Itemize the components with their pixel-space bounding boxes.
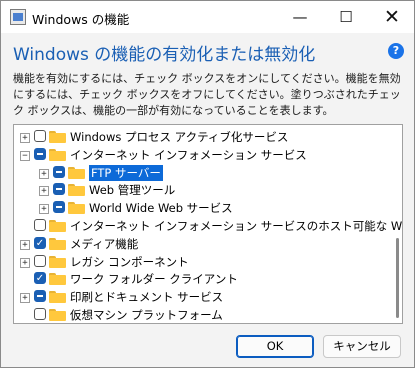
folder-icon: [49, 309, 66, 321]
windows-features-app-icon: [10, 9, 26, 25]
tree-item[interactable]: + Windows プロセス アクティブ化サービス: [14, 129, 386, 147]
folder-icon: [49, 148, 66, 161]
tree-item[interactable]: − インターネット インフォメーション サービス: [14, 147, 386, 165]
expand-toggle-icon[interactable]: +: [39, 204, 49, 215]
tree-item[interactable]: + World Wide Web サービス: [14, 200, 386, 218]
feature-checkbox[interactable]: [34, 219, 46, 231]
tree-item-label: ワーク フォルダー クライアント: [70, 272, 238, 287]
folder-icon: [49, 131, 66, 143]
title-bar[interactable]: Windows の機能 — ☐ ✕: [1, 1, 414, 33]
maximize-button[interactable]: ☐: [323, 1, 369, 33]
windows-features-dialog: Windows の機能 — ☐ ✕ Windows の機能の有効化または無効化 …: [0, 0, 415, 368]
feature-checkbox[interactable]: [34, 130, 46, 142]
tree-item-label: 仮想マシン プラットフォーム: [70, 308, 223, 322]
expand-toggle-icon[interactable]: +: [20, 239, 30, 250]
feature-checkbox[interactable]: [53, 201, 65, 214]
tree-item[interactable]: 仮想マシン プラットフォーム: [14, 307, 386, 323]
feature-checkbox[interactable]: [34, 308, 46, 320]
tree-item-label: 印刷とドキュメント サービス: [70, 290, 224, 305]
features-tree[interactable]: + Windows プロセス アクティブ化サービス − インターネット インフォメーシ…: [13, 124, 403, 324]
cancel-button[interactable]: キャンセル: [323, 335, 401, 358]
tree-item-label: レガシ コンポーネント: [70, 254, 189, 269]
feature-checkbox[interactable]: [53, 165, 65, 178]
window-title: Windows の機能: [32, 12, 130, 27]
description-text: 機能を有効にするには、チェック ボックスをオンにしてください。機能を無効にするに…: [13, 72, 401, 117]
folder-icon: [49, 255, 66, 268]
expand-toggle-icon[interactable]: +: [39, 168, 49, 179]
feature-checkbox[interactable]: [34, 147, 46, 160]
help-icon[interactable]: ?: [388, 43, 404, 59]
expand-toggle-icon[interactable]: +: [39, 186, 49, 197]
close-button[interactable]: ✕: [369, 1, 415, 33]
feature-checkbox[interactable]: ✓: [34, 272, 46, 285]
feature-checkbox[interactable]: [34, 290, 46, 303]
tree-item[interactable]: インターネット インフォメーション サービスのホスト可能な Web コア: [14, 218, 402, 236]
tree-item[interactable]: + ✓ メディア機能: [14, 236, 386, 254]
tree-item-label: FTP サーバー: [89, 164, 163, 181]
folder-icon: [49, 237, 66, 250]
tree-item-label: World Wide Web サービス: [89, 201, 233, 216]
expand-toggle-icon[interactable]: +: [20, 133, 30, 143]
tree-item[interactable]: + 印刷とドキュメント サービス: [14, 289, 386, 307]
ok-button[interactable]: OK: [236, 335, 314, 358]
tree-item[interactable]: ✓ ワーク フォルダー クライアント: [14, 271, 386, 289]
tree-item[interactable]: + レガシ コンポーネント: [14, 254, 386, 272]
minimize-button[interactable]: —: [277, 1, 323, 33]
folder-icon: [68, 166, 85, 179]
tree-item-label: メディア機能: [70, 236, 139, 251]
expand-toggle-icon[interactable]: +: [20, 257, 30, 268]
folder-icon: [49, 220, 66, 232]
tree-item[interactable]: + FTP サーバー: [14, 164, 386, 183]
tree-item[interactable]: + Web 管理ツール: [14, 182, 386, 200]
folder-icon: [68, 184, 85, 197]
tree-item-label: インターネット インフォメーション サービス: [70, 147, 307, 162]
folder-icon: [68, 202, 85, 215]
tree-item-label: Windows プロセス アクティブ化サービス: [70, 130, 289, 144]
feature-checkbox[interactable]: ✓: [34, 236, 46, 249]
feature-checkbox[interactable]: [34, 254, 46, 267]
tree-item-label: インターネット インフォメーション サービスのホスト可能な Web コア: [70, 219, 402, 233]
tree-item-label: Web 管理ツール: [89, 183, 176, 198]
feature-checkbox[interactable]: [53, 183, 65, 196]
page-heading: Windows の機能の有効化または無効化: [13, 45, 316, 65]
tree-scrollbar[interactable]: [396, 238, 399, 318]
collapse-toggle-icon[interactable]: −: [20, 150, 30, 161]
folder-icon: [49, 273, 66, 286]
folder-icon: [49, 291, 66, 304]
expand-toggle-icon[interactable]: +: [20, 293, 30, 304]
